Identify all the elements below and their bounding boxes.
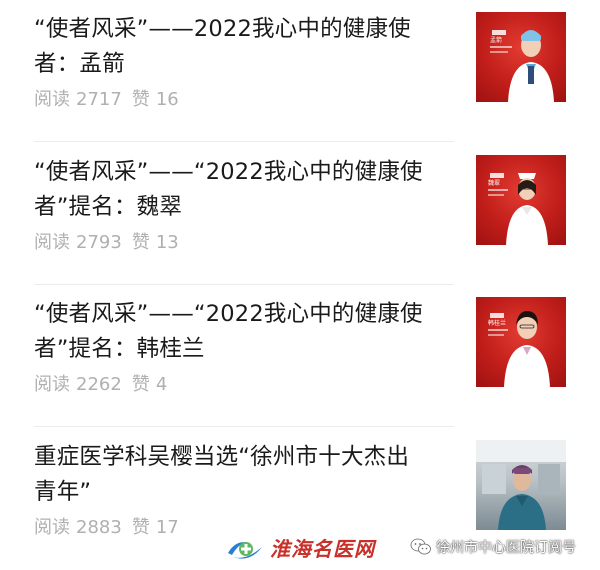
article-title-line: 者：孟箭: [34, 51, 125, 77]
article-title[interactable]: “使者风采”——“2022我心中的健康使 者”提名：魏翠: [34, 155, 452, 225]
thumb-caption: 韩桂兰: [488, 319, 506, 327]
article-item[interactable]: “使者风采”——2022我心中的健康使 者：孟箭 阅读 2717 赞 16 孟箭: [0, 0, 600, 142]
thumb-caption: 孟箭: [490, 36, 502, 44]
article-thumbnail[interactable]: 孟箭: [476, 12, 566, 102]
article-stats: 阅读 2883 赞 17: [34, 513, 185, 539]
likes-label: 赞: [131, 232, 150, 253]
thumb-caption: 魏翠: [488, 179, 500, 187]
brand-name: 淮海名医网: [270, 536, 375, 561]
article-stats: 阅读 2262 赞 4: [34, 370, 173, 396]
likes-label: 赞: [131, 517, 150, 538]
reads-count: 2793: [76, 232, 122, 253]
reads-label: 阅读: [34, 374, 70, 395]
wechat-icon: [410, 538, 431, 555]
article-title[interactable]: “使者风采”——2022我心中的健康使 者：孟箭: [34, 12, 452, 82]
doctor-photo-icon: [476, 440, 566, 530]
article-title-line: 重症医学科吴樱当选“徐州市十大杰出: [34, 444, 410, 470]
likes-count: 4: [155, 374, 168, 395]
likes-count: 16: [155, 89, 179, 110]
article-stats: 阅读 2717 赞 16: [34, 85, 185, 111]
likes-count: 13: [155, 232, 179, 253]
article-item[interactable]: “使者风采”——“2022我心中的健康使 者”提名：韩桂兰 阅读 2262 赞 4 韩…: [0, 285, 600, 427]
likes-count: 17: [155, 517, 179, 538]
article-title-line: “使者风采”——2022我心中的健康使: [34, 16, 411, 42]
reads-count: 2262: [76, 374, 122, 395]
article-title[interactable]: “使者风采”——“2022我心中的健康使 者”提名：韩桂兰: [34, 297, 452, 367]
article-title-line: 青年”: [34, 479, 92, 505]
article-title-line: 者”提名：魏翠: [34, 194, 183, 220]
article-title-line: 者”提名：韩桂兰: [34, 336, 205, 362]
doctor-portrait-icon: 韩桂兰: [488, 311, 550, 387]
reads-label: 阅读: [34, 89, 70, 110]
article-thumbnail[interactable]: 韩桂兰: [476, 297, 566, 387]
account-name: 徐州市中心医院订阅号: [436, 540, 576, 556]
account-watermark: 徐州市中心医院订阅号: [410, 537, 576, 557]
article-title-line: “使者风采”——“2022我心中的健康使: [34, 301, 423, 327]
article-title-line: “使者风采”——“2022我心中的健康使: [34, 159, 423, 185]
doctor-portrait-icon: 孟箭: [490, 30, 554, 102]
article-thumbnail[interactable]: [476, 440, 566, 530]
reads-count: 2717: [76, 89, 122, 110]
reads-label: 阅读: [34, 232, 70, 253]
likes-label: 赞: [131, 89, 150, 110]
reads-count: 2883: [76, 517, 122, 538]
nurse-portrait-icon: 魏翠: [488, 173, 548, 245]
brand-logo: 淮海名医网: [226, 532, 375, 562]
divider: [34, 141, 454, 142]
health-cross-logo-icon: [228, 542, 262, 559]
reads-label: 阅读: [34, 517, 70, 538]
likes-label: 赞: [131, 374, 150, 395]
article-item[interactable]: “使者风采”——“2022我心中的健康使 者”提名：魏翠 阅读 2793 赞 13 魏…: [0, 143, 600, 285]
divider: [34, 426, 454, 427]
article-title[interactable]: 重症医学科吴樱当选“徐州市十大杰出 青年”: [34, 440, 452, 510]
article-stats: 阅读 2793 赞 13: [34, 228, 185, 254]
article-thumbnail[interactable]: 魏翠: [476, 155, 566, 245]
